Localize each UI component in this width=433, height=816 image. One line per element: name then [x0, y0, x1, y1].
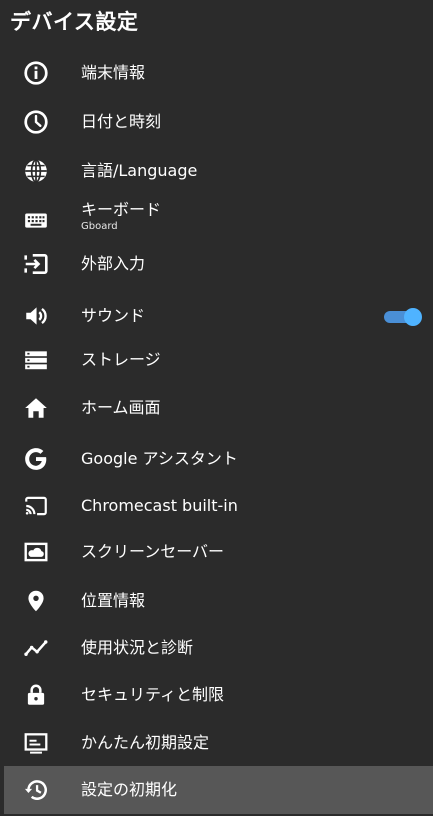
- menu-item-label: 端末情報: [81, 63, 146, 82]
- menu-item-easy-setup[interactable]: かんたん初期設定: [4, 719, 433, 767]
- menu-item-sound[interactable]: サウンド: [4, 292, 433, 340]
- menu-item-label: スクリーンセーバー: [81, 542, 225, 561]
- menu-item-usage-diagnostics[interactable]: 使用状況と診断: [4, 624, 433, 672]
- location-icon: [22, 587, 50, 615]
- menu-item-label: 設定の初期化: [81, 780, 178, 799]
- clock-icon: [22, 108, 50, 136]
- menu-item-google-assistant[interactable]: Google アシスタント: [4, 435, 433, 483]
- input-icon: [22, 250, 50, 278]
- menu-item-device-info[interactable]: 端末情報: [4, 49, 433, 97]
- info-icon: [22, 59, 50, 87]
- analytics-icon: [22, 634, 50, 662]
- menu-item-sublabel: Gboard: [81, 221, 118, 232]
- menu-item-screensaver[interactable]: スクリーンセーバー: [4, 528, 433, 576]
- menu-item-label: キーボード: [81, 200, 162, 219]
- menu-item-label: ホーム画面: [81, 398, 161, 417]
- screensaver-icon: [22, 538, 50, 566]
- menu-item-date-time[interactable]: 日付と時刻: [4, 98, 433, 146]
- menu-item-security[interactable]: セキュリティと制限: [4, 671, 433, 719]
- menu-item-label: 言語/Language: [81, 161, 198, 180]
- menu-item-language[interactable]: 言語/Language: [4, 147, 433, 195]
- menu-item-label: 外部入力: [81, 254, 146, 273]
- restore-icon: [22, 776, 50, 804]
- menu-item-label: サウンド: [81, 306, 146, 325]
- menu-item-chromecast[interactable]: Chromecast built-in: [4, 482, 433, 530]
- menu-item-label: Chromecast built-in: [81, 496, 238, 515]
- home-icon: [22, 394, 50, 422]
- menu-item-label: 位置情報: [81, 591, 146, 610]
- menu-item-label: 日付と時刻: [81, 112, 162, 131]
- menu-item-reset[interactable]: 設定の初期化: [4, 766, 433, 814]
- device-settings-panel: デバイス設定 端末情報 日付と時刻 言語/Language キーボード Gboa…: [0, 0, 433, 816]
- menu-item-label: かんたん初期設定: [81, 733, 210, 752]
- lock-icon: [22, 681, 50, 709]
- menu-item-label: セキュリティと制限: [81, 685, 225, 704]
- toggle-thumb: [404, 308, 422, 326]
- sound-toggle[interactable]: [382, 308, 424, 326]
- google-icon: [22, 445, 50, 473]
- globe-icon: [22, 157, 50, 185]
- menu-item-storage[interactable]: ストレージ: [4, 336, 433, 384]
- menu-item-label: ストレージ: [81, 350, 161, 369]
- setup-icon: [22, 729, 50, 757]
- volume-icon: [22, 302, 50, 330]
- menu-item-keyboard[interactable]: キーボード Gboard: [4, 196, 433, 244]
- menu-item-home-screen[interactable]: ホーム画面: [4, 384, 433, 432]
- page-title: デバイス設定: [10, 10, 139, 34]
- keyboard-icon: [22, 206, 50, 234]
- menu-item-location[interactable]: 位置情報: [4, 577, 433, 625]
- storage-icon: [22, 346, 50, 374]
- menu-item-label: 使用状況と診断: [81, 638, 194, 657]
- menu-item-label: Google アシスタント: [81, 449, 238, 468]
- cast-icon: [22, 492, 50, 520]
- menu-item-inputs[interactable]: 外部入力: [4, 240, 433, 288]
